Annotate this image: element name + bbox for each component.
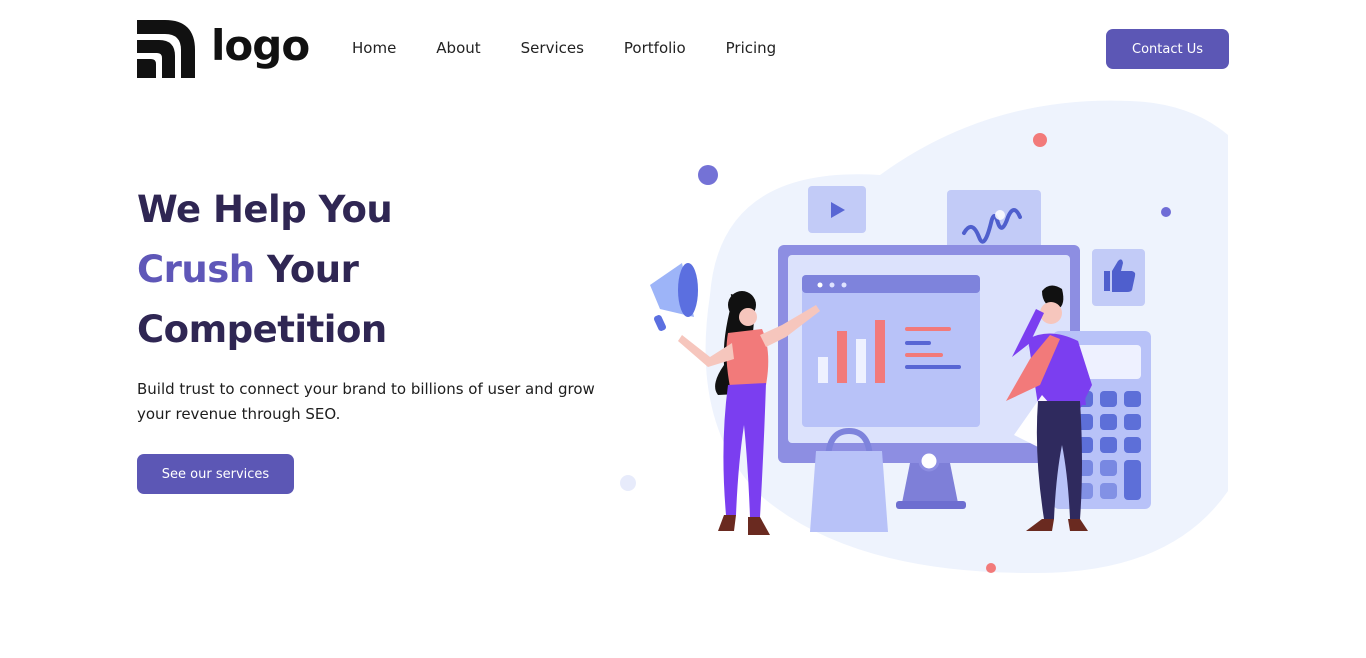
decor-dot	[698, 165, 718, 185]
hero-title-line-2-rest: Your	[254, 248, 359, 291]
decor-dot	[620, 475, 636, 491]
logo-mark-icon	[137, 20, 195, 78]
see-services-button[interactable]: See our services	[137, 454, 294, 494]
decor-dot	[1033, 133, 1047, 147]
bar-chart-bar	[818, 357, 828, 383]
site-header: logo Home About Services Portfolio Prici…	[0, 0, 1366, 96]
bar-chart-bar	[875, 320, 885, 383]
hero-title-line-3: Competition	[137, 308, 387, 351]
hero-title-line-2: Crush Your	[137, 240, 637, 300]
hero-title-line-1: We Help You	[137, 188, 393, 231]
decor-dot	[1161, 207, 1171, 217]
monitor-power-icon	[918, 450, 940, 472]
contact-us-button[interactable]: Contact Us	[1106, 29, 1229, 69]
hero-title: We Help You Crush Your Competition	[137, 180, 637, 360]
megaphone-icon	[650, 263, 698, 331]
main-nav: Home About Services Portfolio Pricing	[352, 38, 816, 58]
nav-pricing[interactable]: Pricing	[726, 38, 777, 58]
nav-portfolio[interactable]: Portfolio	[624, 38, 686, 58]
nav-home[interactable]: Home	[352, 38, 396, 58]
shopping-bag	[810, 451, 888, 532]
hero-illustration	[620, 100, 1228, 574]
logo-text: logo	[211, 21, 310, 70]
hero-section: We Help You Crush Your Competition Build…	[137, 180, 637, 494]
app-window-titlebar	[802, 275, 980, 293]
logo[interactable]: logo	[137, 20, 310, 78]
hero-subtitle: Build trust to connect your brand to bil…	[137, 380, 595, 423]
bar-chart-bar	[856, 339, 866, 383]
app-window	[802, 275, 980, 427]
bar-chart-bar	[837, 331, 847, 383]
hero-title-accent: Crush	[137, 248, 255, 291]
decor-dot	[986, 563, 996, 573]
nav-about[interactable]: About	[436, 38, 480, 58]
monitor-base	[896, 501, 966, 509]
nav-services[interactable]: Services	[521, 38, 584, 58]
